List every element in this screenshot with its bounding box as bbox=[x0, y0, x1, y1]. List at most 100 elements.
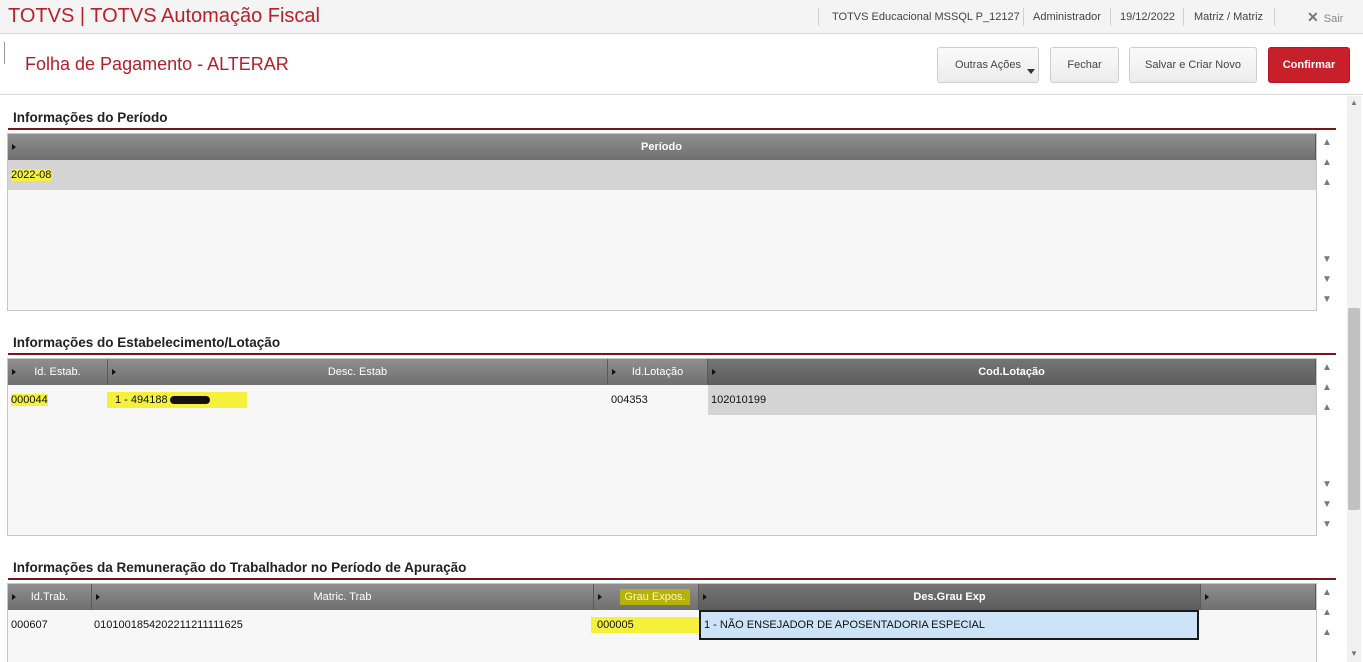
scroll-up-button[interactable]: ▲ bbox=[1318, 153, 1336, 173]
grau-expos-cell[interactable]: 000005 bbox=[588, 610, 699, 640]
periodo-cell[interactable]: 2022-08 bbox=[8, 160, 52, 190]
column-arrow-icon bbox=[703, 594, 707, 600]
desc-estab-cell[interactable]: 1 - 494188 bbox=[104, 385, 247, 415]
logout-label: Sair bbox=[1323, 13, 1344, 25]
scroll-down-button[interactable]: ▼ bbox=[1318, 495, 1336, 515]
column-header-desc-estab[interactable]: Desc. Estab bbox=[108, 359, 608, 385]
column-header-extra[interactable] bbox=[1201, 584, 1316, 610]
estab-grid: Id. Estab. Desc. Estab Id.Lotação Cod.Lo… bbox=[7, 358, 1317, 536]
table-row[interactable]: 2022-08 bbox=[8, 160, 1316, 190]
divider bbox=[1183, 8, 1184, 26]
divider bbox=[1110, 8, 1111, 26]
scroll-top-button[interactable]: ▲ bbox=[1318, 583, 1336, 603]
confirm-button[interactable]: Confirmar bbox=[1268, 47, 1350, 83]
section-title-estab: Informações do Estabelecimento/Lotação bbox=[13, 335, 281, 350]
close-icon: ✕ bbox=[1307, 9, 1319, 25]
periodo-grid: Período 2022-08 bbox=[7, 133, 1317, 311]
scroll-up-button[interactable]: ▲ bbox=[1318, 378, 1336, 398]
divider bbox=[818, 8, 819, 26]
id-trab-cell[interactable]: 000607 bbox=[8, 610, 48, 640]
page-title: Folha de Pagamento - ALTERAR bbox=[25, 54, 289, 74]
table-row[interactable]: 000044 1 - 494188 004353 102010199 bbox=[8, 385, 1316, 415]
divider bbox=[1274, 8, 1275, 26]
divider bbox=[4, 42, 5, 64]
column-arrow-icon bbox=[96, 594, 100, 600]
scroll-up-button[interactable]: ▲ bbox=[1318, 623, 1336, 643]
desc-estab-value: 1 - 494188 bbox=[115, 394, 168, 406]
column-arrow-icon bbox=[112, 369, 116, 375]
column-header-label: Desc. Estab bbox=[327, 366, 388, 378]
column-header-cod-lotacao[interactable]: Cod.Lotação bbox=[708, 359, 1316, 385]
scroll-up-icon[interactable]: ▲ bbox=[1347, 97, 1361, 109]
scroll-up-button[interactable]: ▲ bbox=[1318, 398, 1336, 418]
column-header-id-estab[interactable]: Id. Estab. bbox=[8, 359, 108, 385]
column-header-grau-expos[interactable]: Grau Expos. bbox=[594, 584, 699, 610]
date-label[interactable]: 19/12/2022 bbox=[1120, 0, 1175, 34]
section-title-remun: Informações da Remuneração do Trabalhado… bbox=[13, 560, 467, 575]
scroll-down-button[interactable]: ▼ bbox=[1318, 270, 1336, 290]
scroll-down-button[interactable]: ▼ bbox=[1318, 475, 1336, 495]
grid-header: Id. Estab. Desc. Estab Id.Lotação Cod.Lo… bbox=[8, 359, 1316, 385]
scroll-up-button[interactable]: ▲ bbox=[1318, 603, 1336, 623]
redaction-mark bbox=[169, 396, 210, 405]
logout-button[interactable]: ✕ Sair bbox=[1307, 0, 1343, 34]
caret-down-icon bbox=[1027, 69, 1035, 74]
scroll-down-icon[interactable]: ▼ bbox=[1347, 648, 1361, 660]
save-and-new-button[interactable]: Salvar e Criar Novo bbox=[1129, 47, 1257, 83]
scroll-up-button[interactable]: ▲ bbox=[1318, 173, 1336, 193]
scroll-bottom-button[interactable]: ▼ bbox=[1318, 290, 1336, 310]
column-arrow-icon bbox=[712, 369, 716, 375]
desc-estab-highlight: 1 - 494188 bbox=[107, 392, 247, 408]
column-arrow-icon bbox=[598, 594, 602, 600]
column-header-id-lotacao[interactable]: Id.Lotação bbox=[608, 359, 708, 385]
column-header-label: Id.Lotação bbox=[631, 366, 684, 378]
column-header-label: Id.Trab. bbox=[30, 591, 69, 603]
column-header-label: Des.Grau Exp bbox=[913, 591, 986, 603]
scroll-top-button[interactable]: ▲ bbox=[1318, 133, 1336, 153]
scroll-bottom-button[interactable]: ▼ bbox=[1318, 515, 1336, 535]
more-actions-button[interactable]: Outras Ações bbox=[937, 47, 1039, 83]
column-header-id-trab[interactable]: Id.Trab. bbox=[8, 584, 92, 610]
column-arrow-icon bbox=[1205, 594, 1209, 600]
scrollbar-thumb[interactable] bbox=[1348, 308, 1360, 510]
environment-label[interactable]: TOTVS Educacional MSSQL P_12127 bbox=[832, 0, 1020, 34]
matric-trab-cell[interactable]: 0101001854202211211111625 bbox=[91, 610, 243, 640]
cod-lotacao-cell[interactable]: 102010199 bbox=[708, 385, 1316, 415]
user-label[interactable]: Administrador bbox=[1033, 0, 1101, 34]
column-header-label: Id. Estab. bbox=[34, 366, 81, 378]
column-arrow-icon bbox=[12, 369, 16, 375]
column-header-label: Cod.Lotação bbox=[978, 366, 1045, 378]
page-header: Folha de Pagamento - ALTERAR Outras Açõe… bbox=[0, 35, 1363, 95]
column-header-des-grau[interactable]: Des.Grau Exp bbox=[699, 584, 1201, 610]
column-header-label: Matric. Trab bbox=[313, 591, 372, 603]
section-divider bbox=[8, 578, 1336, 580]
app-title: TOTVS | TOTVS Automação Fiscal bbox=[8, 5, 320, 27]
grid-header: Id.Trab. Matric. Trab Grau Expos. Des.Gr… bbox=[8, 584, 1316, 610]
scroll-top-button[interactable]: ▲ bbox=[1318, 358, 1336, 378]
more-actions-label: Outras Ações bbox=[954, 59, 1022, 71]
app-window: TOTVS | TOTVS Automação Fiscal TOTVS Edu… bbox=[0, 0, 1363, 662]
id-estab-value: 000044 bbox=[11, 394, 48, 406]
scroll-down-button[interactable]: ▼ bbox=[1318, 250, 1336, 270]
top-bar: TOTVS | TOTVS Automação Fiscal TOTVS Edu… bbox=[0, 0, 1363, 34]
table-row[interactable]: 000607 0101001854202211211111625 000005 … bbox=[8, 610, 1316, 640]
divider bbox=[1023, 8, 1024, 26]
section-divider bbox=[8, 128, 1336, 130]
column-arrow-icon bbox=[612, 369, 616, 375]
close-button[interactable]: Fechar bbox=[1050, 47, 1119, 83]
periodo-value: 2022-08 bbox=[11, 169, 52, 181]
grid-header: Período bbox=[8, 134, 1316, 160]
column-header-periodo[interactable]: Período bbox=[8, 134, 1316, 160]
column-arrow-icon bbox=[12, 594, 16, 600]
id-lotacao-cell[interactable]: 004353 bbox=[608, 385, 648, 415]
branch-label[interactable]: Matriz / Matriz bbox=[1194, 0, 1263, 34]
column-header-matric-trab[interactable]: Matric. Trab bbox=[92, 584, 594, 610]
remun-grid: Id.Trab. Matric. Trab Grau Expos. Des.Gr… bbox=[7, 583, 1317, 662]
column-arrow-icon bbox=[12, 144, 16, 150]
id-estab-cell[interactable]: 000044 bbox=[8, 385, 48, 415]
section-divider bbox=[8, 353, 1336, 355]
section-title-periodo: Informações do Período bbox=[13, 110, 168, 125]
column-header-label: Grau Expos. bbox=[620, 589, 690, 605]
column-header-label: Período bbox=[641, 141, 682, 153]
des-grau-cell[interactable]: 1 - NÃO ENSEJADOR DE APOSENTADORIA ESPEC… bbox=[699, 610, 1199, 640]
